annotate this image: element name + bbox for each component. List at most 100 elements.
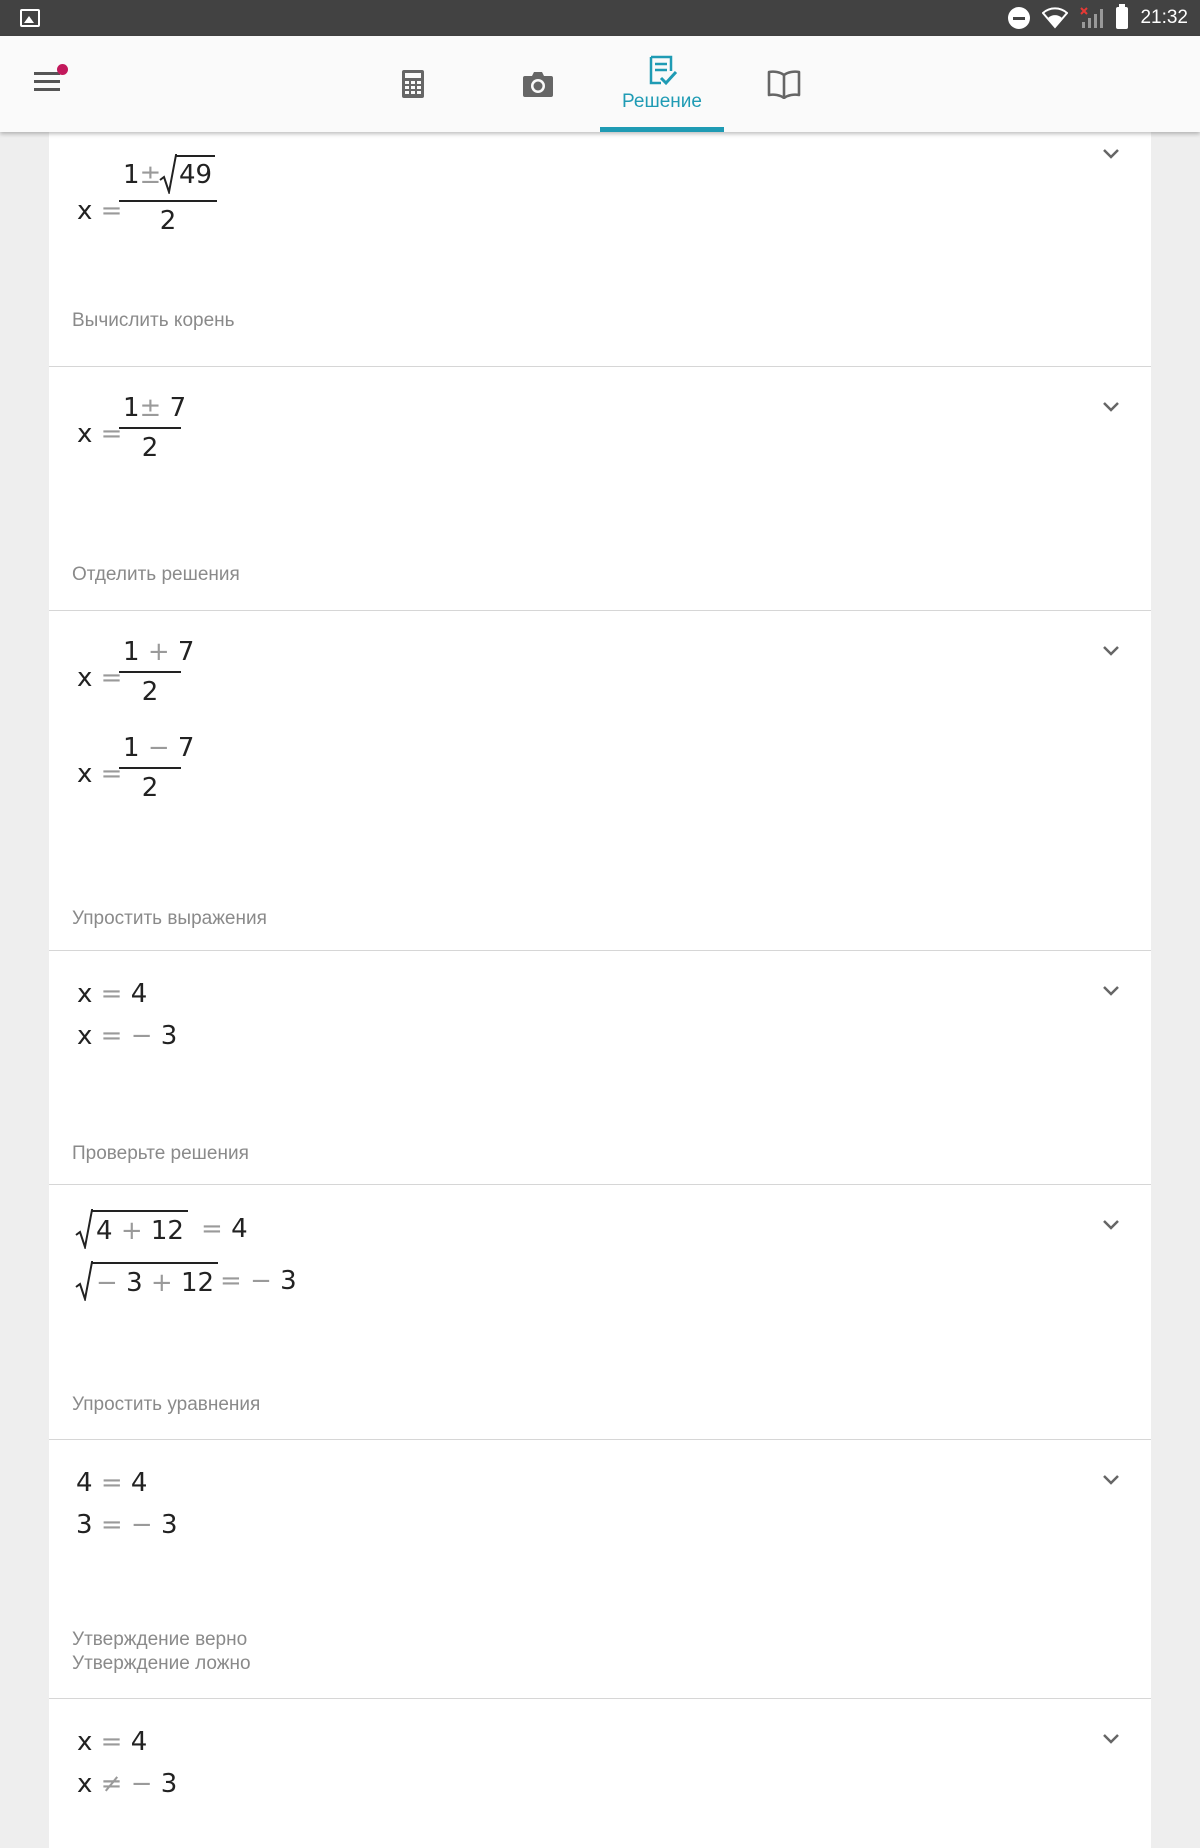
radical-sign <box>75 1261 93 1301</box>
chevron-down-icon[interactable] <box>1101 1470 1121 1490</box>
math-neq: ≠ <box>100 1769 123 1799</box>
math-var: x <box>77 1727 93 1757</box>
math-var: x <box>77 759 93 789</box>
step-caption: Упростить уравнения <box>72 1394 261 1415</box>
menu-icon-bar <box>34 80 60 83</box>
step-3-expression-1: x = 1 + 7 2 <box>77 637 237 717</box>
math-op: − <box>147 733 170 763</box>
math-eq: = <box>100 1021 123 1051</box>
signal-icon <box>1080 7 1104 28</box>
book-icon <box>767 70 801 99</box>
math-var: x <box>77 419 93 449</box>
math-op: − <box>130 1021 153 1051</box>
math-eq: = <box>100 1468 123 1498</box>
math-rhs: 3 <box>160 1769 178 1799</box>
radical-sign <box>159 154 177 194</box>
math-op: + <box>147 637 170 667</box>
step-5[interactable]: 4 + 12 = 4 − 3 + 12 = − 3 Упростить урав… <box>49 1185 1151 1440</box>
math-rhs: 4 <box>130 1468 148 1498</box>
fraction: 1 + 7 2 <box>119 637 194 707</box>
menu-icon-bar <box>34 88 60 91</box>
math-rhs: 4 <box>130 1727 148 1757</box>
chevron-down-icon[interactable] <box>1101 144 1121 164</box>
math-op: + <box>120 1216 143 1246</box>
chevron-down-icon[interactable] <box>1101 641 1121 661</box>
step-1[interactable]: x = 1± 49 2 Вычислить корень <box>49 132 1151 367</box>
math-op: − <box>130 1510 153 1540</box>
gallery-notification-icon <box>20 9 40 27</box>
step-7-line-1: x = 4 <box>77 1727 147 1757</box>
chevron-down-icon[interactable] <box>1101 1729 1121 1749</box>
fraction-line <box>119 427 181 429</box>
math-eq: = <box>100 1510 123 1540</box>
fraction-line <box>119 671 181 673</box>
math-eq: = <box>220 1266 242 1296</box>
math-op: − <box>250 1266 272 1296</box>
math-rhs: 3 <box>280 1266 297 1296</box>
tab-camera[interactable] <box>476 36 600 132</box>
math-den: 2 <box>141 433 159 463</box>
step-2-expression: x = 1± 7 2 <box>77 393 237 473</box>
step-7-line-2: x ≠ − 3 <box>77 1769 177 1799</box>
step-caption: Вычислить корень <box>72 310 235 331</box>
math-var: x <box>77 1769 93 1799</box>
math-num: 1 <box>123 393 140 423</box>
solution-icon <box>649 55 678 86</box>
math-rhs: 3 <box>160 1510 178 1540</box>
math-num: 12 <box>150 1216 184 1246</box>
math-den: 2 <box>141 677 159 707</box>
math-rhs: 4 <box>130 979 148 1009</box>
tab-calculator[interactable] <box>352 36 476 132</box>
math-eq: = <box>100 979 123 1009</box>
math-var: x <box>77 663 93 693</box>
solution-steps: x = 1± 49 2 Вычислить корень x = 1± 7 2 … <box>49 132 1151 1848</box>
math-num: 3 <box>126 1268 143 1298</box>
chevron-down-icon[interactable] <box>1101 981 1121 1001</box>
menu-button[interactable] <box>34 64 68 96</box>
math-rhs: 3 <box>160 1021 178 1051</box>
step-6-line-1: 4 = 4 <box>76 1468 147 1498</box>
math-den: 2 <box>159 206 177 236</box>
step-6-line-2: 3 = − 3 <box>76 1510 177 1540</box>
math-num: 7 <box>169 393 187 423</box>
math-num: 1 <box>123 160 140 190</box>
step-4-line-1: x = 4 <box>77 979 147 1009</box>
notification-dot <box>57 64 68 75</box>
math-rhs: 4 <box>231 1214 248 1244</box>
step-caption: Упростить выражения <box>72 908 267 929</box>
math-num: 12 <box>180 1268 215 1298</box>
fraction: 1± 49 2 <box>119 154 217 236</box>
math-num: 7 <box>177 637 195 667</box>
step-4[interactable]: x = 4 x = − 3 Проверьте решения <box>49 951 1151 1185</box>
math-lhs: 4 <box>76 1468 93 1498</box>
active-tab-indicator <box>600 127 724 132</box>
step-2[interactable]: x = 1± 7 2 Отделить решения <box>49 367 1151 611</box>
math-op: + <box>150 1268 173 1298</box>
math-num: 1 <box>123 637 140 667</box>
app-bar: Решение <box>0 36 1200 132</box>
math-eq: = <box>201 1214 223 1244</box>
tab-solution[interactable]: Решение <box>600 36 724 132</box>
step-caption: Проверьте решения <box>72 1143 249 1164</box>
do-not-disturb-icon <box>1008 7 1031 29</box>
radical-sign <box>75 1209 93 1249</box>
tab-reference[interactable] <box>722 36 846 132</box>
tab-solution-label: Решение <box>622 91 702 112</box>
math-op: ± <box>139 393 162 423</box>
math-op: − <box>96 1268 118 1298</box>
step-caption-false: Утверждение ложно <box>72 1653 251 1674</box>
math-num: 1 <box>123 733 140 763</box>
battery-icon <box>1116 4 1129 29</box>
math-op: − <box>130 1769 153 1799</box>
camera-icon <box>523 72 553 97</box>
chevron-down-icon[interactable] <box>1101 397 1121 417</box>
chevron-down-icon[interactable] <box>1101 1215 1121 1235</box>
math-lhs: 3 <box>76 1510 93 1540</box>
step-3-expression-2: x = 1 − 7 2 <box>77 733 237 813</box>
step-5-line-1: 4 + 12 = 4 <box>75 1209 275 1251</box>
step-6[interactable]: 4 = 4 3 = − 3 Утверждение верно Утвержде… <box>49 1440 1151 1699</box>
math-var: x <box>77 1021 93 1051</box>
step-3[interactable]: x = 1 + 7 2 x = 1 − 7 2 Упростить выраже… <box>49 611 1151 951</box>
step-7[interactable]: x = 4 x ≠ − 3 <box>49 1699 1151 1848</box>
math-var: x <box>77 196 93 226</box>
